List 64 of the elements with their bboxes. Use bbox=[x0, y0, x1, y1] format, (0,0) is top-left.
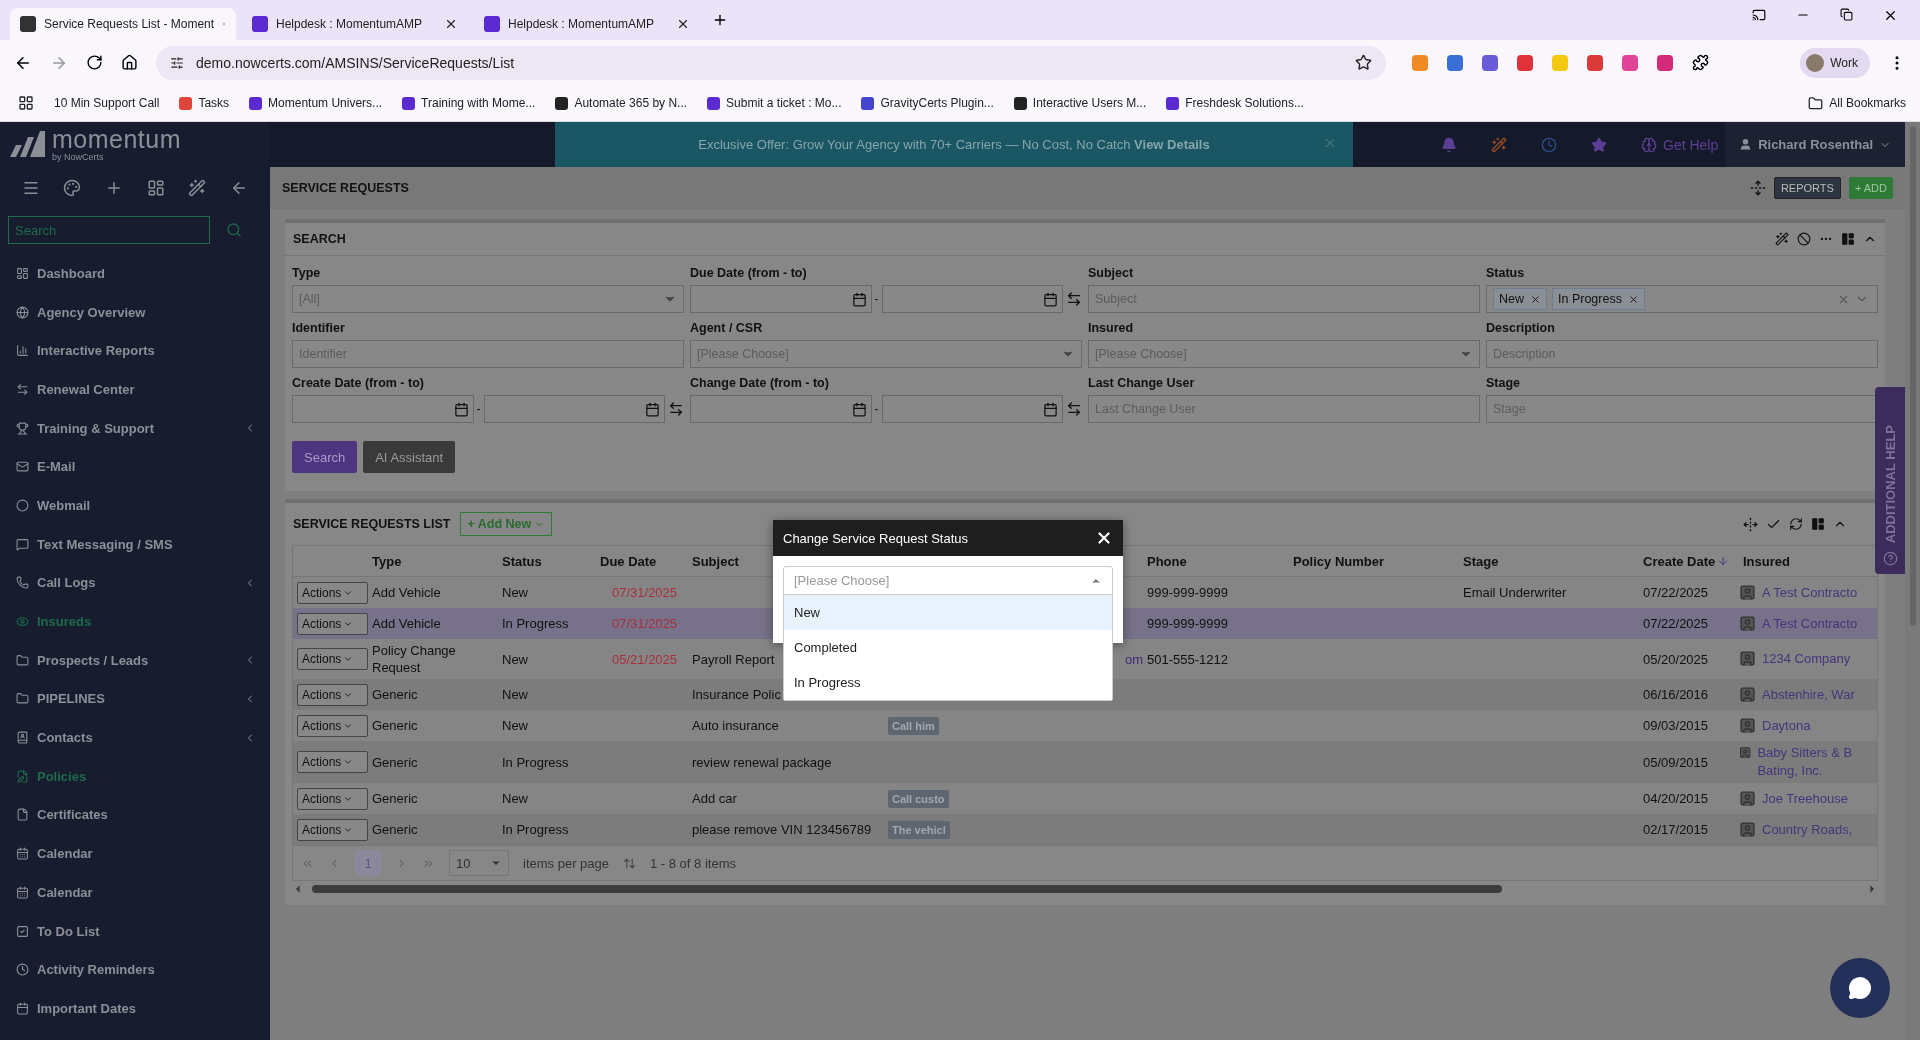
table-cell-text: Add Vehicle bbox=[371, 615, 442, 632]
field-label: Due Date (from - to) bbox=[690, 266, 808, 282]
table-cell-text: Generic bbox=[371, 790, 419, 807]
range-dash: - bbox=[476, 402, 481, 416]
table-cell-text: 05/20/2025 bbox=[1642, 650, 1710, 668]
table-cell-text: In Progress bbox=[501, 753, 570, 771]
table-cell-text: 02/17/2015 bbox=[1642, 821, 1710, 838]
page-size-label: items per page bbox=[523, 855, 609, 871]
table-cell-text: Policy Change Request bbox=[371, 642, 457, 676]
field-label: Description bbox=[1486, 321, 1556, 337]
note-tag: Call custo bbox=[888, 789, 949, 808]
table-cell-text: Insurance Polic bbox=[691, 686, 782, 703]
field-label: Subject bbox=[1088, 266, 1135, 282]
field-label: Create Date (from - to) bbox=[292, 376, 425, 392]
panel-title: SERVICE REQUESTS LIST bbox=[293, 517, 451, 531]
range-dash: - bbox=[874, 402, 879, 416]
logo-subtitle: by NowCerts bbox=[52, 152, 105, 162]
field-label: Type bbox=[292, 266, 322, 282]
table-cell-text: Add car bbox=[691, 790, 738, 807]
note-tag: Call him bbox=[888, 716, 939, 735]
field-label: Status bbox=[1486, 266, 1526, 282]
table-cell-text: Generic bbox=[371, 717, 419, 734]
page-title: SERVICE REQUESTS bbox=[282, 181, 410, 195]
panel-title: SEARCH bbox=[293, 232, 347, 246]
table-cell-text: Add Vehicle bbox=[371, 584, 442, 601]
field-label: Identifier bbox=[292, 321, 346, 337]
table-cell-text: In Progress bbox=[501, 821, 570, 838]
table-cell-text: Email Underwriter bbox=[1462, 584, 1568, 601]
table-cell-text: 07/31/2025 bbox=[611, 585, 679, 600]
pager-summary: 1 - 8 of 8 items bbox=[650, 855, 736, 871]
table-cell-text: New bbox=[501, 790, 529, 807]
table-cell-text: review renewal package bbox=[691, 753, 833, 771]
table-cell-text: New bbox=[501, 717, 529, 734]
table-cell-text: please remove VIN 123456789 bbox=[691, 821, 873, 838]
field-label: Last Change User bbox=[1088, 376, 1196, 392]
field-label: Change Date (from - to) bbox=[690, 376, 830, 392]
table-cell-text: Generic bbox=[371, 821, 419, 838]
table-cell-text: 05/21/2025 bbox=[611, 651, 679, 667]
table-cell-text: New bbox=[501, 650, 529, 668]
field-label: Insured bbox=[1088, 321, 1135, 337]
table-cell-text: 07/22/2025 bbox=[1642, 584, 1710, 601]
banner-text: Exclusive Offer: Grow Your Agency with 70+ Carriers — No Cost, No Catch View Details bbox=[698, 137, 1210, 152]
table-cell-text: Generic bbox=[371, 686, 419, 703]
table-cell-text: Payroll Report bbox=[691, 650, 776, 668]
table-cell-text: In Progress bbox=[501, 615, 570, 632]
table-cell-text: 999-999-9999 bbox=[1146, 584, 1229, 601]
range-dash: - bbox=[874, 292, 879, 306]
table-cell-text: 05/09/2015 bbox=[1642, 753, 1710, 771]
table-cell-text: 07/22/2025 bbox=[1642, 615, 1710, 632]
note-tag: The vehicl bbox=[888, 820, 950, 839]
table-cell-text: 07/31/2025 bbox=[611, 616, 679, 631]
dialog-title: Change Service Request Status bbox=[783, 530, 968, 546]
table-cell-text: Generic bbox=[371, 753, 419, 771]
table-cell-text: New bbox=[501, 686, 529, 703]
field-label: Stage bbox=[1486, 376, 1522, 392]
table-cell-text: 04/20/2015 bbox=[1642, 790, 1710, 807]
logo-wordmark: momentum bbox=[52, 126, 182, 152]
table-cell-text: 999-999-9999 bbox=[1146, 615, 1229, 632]
table-cell-text: 501-555-1212 bbox=[1146, 650, 1229, 668]
table-cell-text: New bbox=[501, 584, 529, 601]
table-cell-text: Auto insurance bbox=[691, 717, 780, 734]
table-cell-text: 09/03/2015 bbox=[1642, 717, 1710, 734]
table-cell-text: 06/16/2016 bbox=[1642, 686, 1710, 703]
field-label: Agent / CSR bbox=[690, 321, 764, 337]
